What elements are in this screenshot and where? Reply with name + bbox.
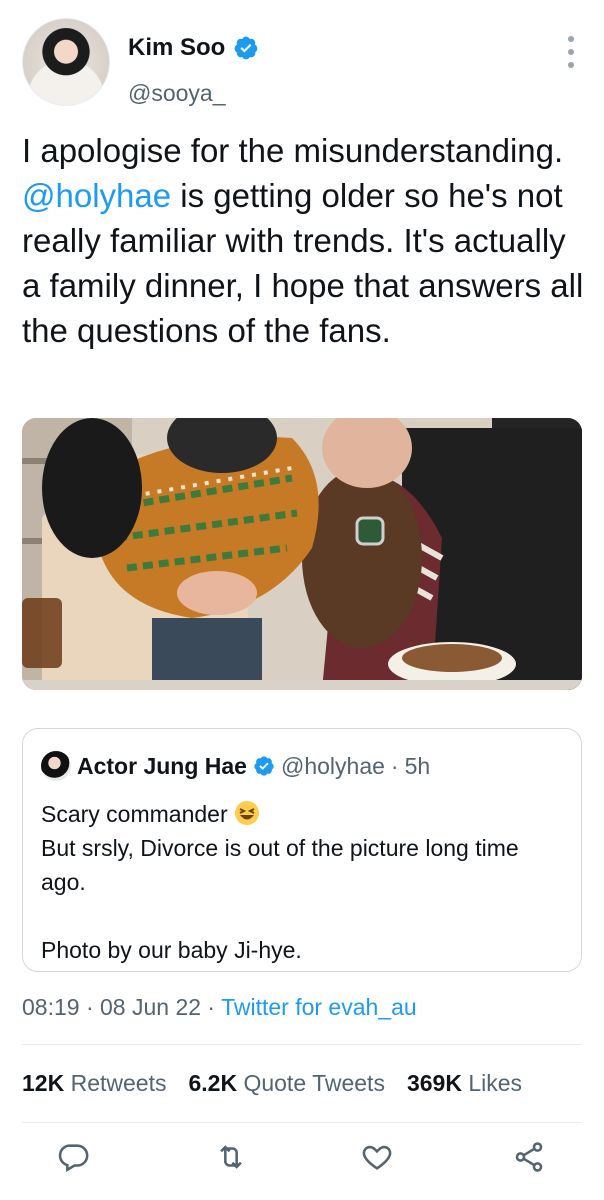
tweet-source[interactable]: Twitter for evah_au — [221, 994, 417, 1020]
quote-separator: · — [390, 752, 399, 779]
tweet-text-part1: I apologise for the misunderstanding. — [22, 132, 564, 169]
quote-author-avatar — [41, 751, 71, 781]
retweets-stat[interactable]: 12K Retweets — [22, 1070, 166, 1097]
likes-label: Likes — [468, 1070, 523, 1096]
tweet-text: I apologise for the misunderstanding. @h… — [22, 128, 588, 353]
likes-stat[interactable]: 369K Likes — [407, 1070, 522, 1097]
quotes-stat[interactable]: 6.2K Quote Tweets — [188, 1070, 384, 1097]
tweet-date[interactable]: 08 Jun 22 — [100, 994, 201, 1020]
retweets-count: 12K — [22, 1070, 65, 1096]
retweet-icon[interactable] — [214, 1140, 248, 1174]
share-icon[interactable] — [512, 1140, 546, 1174]
quoted-tweet[interactable]: Actor Jung Hae @holyhae · 5h Scary comma… — [22, 728, 582, 972]
mention-link[interactable]: @holyhae — [22, 177, 171, 214]
like-icon[interactable] — [360, 1140, 394, 1174]
meta-sep-2: · — [201, 994, 222, 1020]
quote-author-name: Actor Jung Hae — [77, 752, 247, 779]
meta-sep-1: · — [79, 994, 101, 1020]
more-options-icon[interactable] — [566, 36, 576, 76]
quote-verified-badge-icon — [254, 756, 274, 776]
photo-illustration — [22, 418, 582, 690]
quote-line-3: Photo by our baby Ji-hye. — [41, 937, 302, 963]
action-bar — [0, 1140, 604, 1180]
author-name-row[interactable]: Kim Soo — [128, 34, 259, 62]
tweet-time[interactable]: 08:19 — [22, 994, 80, 1020]
author-avatar[interactable] — [22, 18, 110, 106]
quotes-count: 6.2K — [188, 1070, 238, 1096]
verified-badge-icon — [234, 36, 258, 60]
quote-body: Scary commander But srsly, Divorce is ou… — [41, 797, 561, 967]
quote-header: Actor Jung Hae @holyhae · 5h — [41, 751, 430, 781]
quotes-label: Quote Tweets — [243, 1070, 385, 1096]
tweet-header: Kim Soo @sooya_ — [22, 18, 582, 110]
author-name[interactable]: Kim Soo — [128, 34, 225, 62]
tweet-photo[interactable] — [22, 418, 582, 690]
tweet-stats: 12K Retweets 6.2K Quote Tweets 369K Like… — [22, 1070, 522, 1097]
divider-bottom — [22, 1122, 582, 1123]
retweets-label: Retweets — [70, 1070, 167, 1096]
likes-count: 369K — [406, 1070, 462, 1096]
quote-line-1: Scary commander — [41, 801, 228, 827]
quote-line-2: But srsly, Divorce is out of the picture… — [41, 835, 519, 895]
laughing-emoji-icon — [235, 801, 260, 825]
quote-time: 5h — [404, 752, 431, 779]
divider-top — [22, 1044, 582, 1045]
reply-icon[interactable] — [56, 1140, 90, 1174]
quote-author-handle: @holyhae — [280, 752, 385, 779]
tweet-meta: 08:19 · 08 Jun 22 · Twitter for evah_au — [22, 994, 417, 1021]
author-handle[interactable]: @sooya_ — [128, 80, 226, 107]
